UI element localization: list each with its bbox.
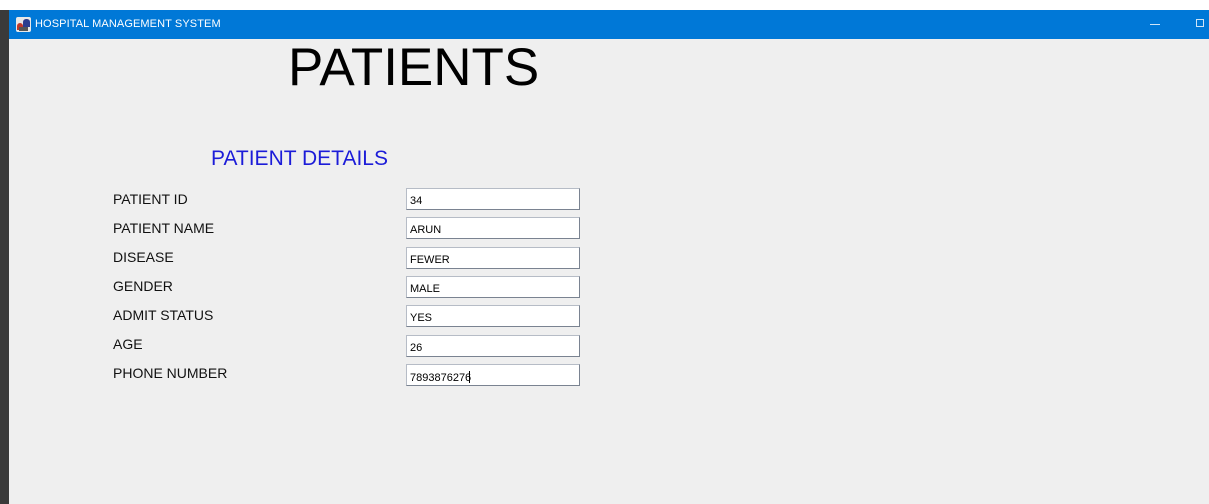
minimize-icon — [1150, 24, 1160, 25]
phone-number-label: PHONE NUMBER — [113, 365, 228, 381]
window-title: HOSPITAL MANAGEMENT SYSTEM — [35, 18, 221, 30]
age-field[interactable]: 26 — [406, 335, 580, 357]
text-caret — [469, 371, 471, 383]
hospital-app-icon[interactable] — [16, 17, 31, 32]
phone-number-field[interactable]: 7893876276 — [406, 364, 580, 386]
patient-name-field[interactable]: ARUN — [406, 217, 580, 239]
maximize-icon — [1196, 19, 1204, 27]
disease-label: DISEASE — [113, 249, 174, 265]
app-window: HOSPITAL MANAGEMENT SYSTEM PATIENTS PATI… — [9, 10, 1209, 504]
patient-id-label: PATIENT ID — [113, 191, 188, 207]
disease-field[interactable]: FEWER — [406, 247, 580, 269]
page-title: PATIENTS — [288, 38, 540, 97]
minimize-button[interactable] — [1137, 10, 1173, 39]
background-window-edge — [0, 10, 9, 504]
phone-number-value: 7893876276 — [410, 372, 472, 384]
admit-status-field[interactable]: YES — [406, 305, 580, 327]
gender-field[interactable]: MALE — [406, 276, 580, 298]
gender-label: GENDER — [113, 278, 173, 294]
title-bar[interactable]: HOSPITAL MANAGEMENT SYSTEM — [9, 10, 1209, 39]
patient-id-field[interactable]: 34 — [406, 188, 580, 210]
patient-name-label: PATIENT NAME — [113, 220, 215, 236]
section-title: PATIENT DETAILS — [211, 147, 388, 170]
admit-status-label: ADMIT STATUS — [113, 307, 214, 323]
age-label: AGE — [113, 336, 143, 352]
maximize-button[interactable] — [1189, 10, 1209, 39]
